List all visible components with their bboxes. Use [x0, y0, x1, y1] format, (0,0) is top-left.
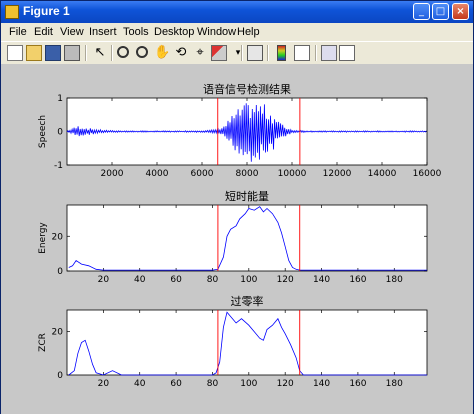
- ytick-label: 0: [57, 267, 63, 277]
- brush-icon[interactable]: [211, 45, 227, 61]
- edit-plot-arrow-icon[interactable]: ↖: [92, 45, 108, 61]
- link-icon[interactable]: ▾: [230, 45, 246, 61]
- menu-edit[interactable]: Edit: [34, 26, 53, 38]
- xtick-label: 20: [98, 275, 110, 285]
- hide-plot-tools-icon[interactable]: [294, 45, 310, 61]
- window-title: Figure 1: [23, 4, 70, 18]
- menu-window[interactable]: Window: [197, 26, 236, 38]
- ytick-label: 20: [52, 232, 64, 242]
- plots-svg: 语音信号检测结果Speech2000 4000 6000 8000 10000 12000…: [38, 82, 442, 389]
- ytick-label: 0: [57, 371, 63, 381]
- ylabel-1: Speech: [38, 115, 48, 148]
- menu-insert[interactable]: Insert: [89, 26, 117, 38]
- zoom-in-icon[interactable]: [117, 46, 129, 58]
- xtick-label: 6000: [191, 169, 214, 179]
- xtick-label: 10000: [278, 169, 307, 179]
- legend-icon[interactable]: [277, 45, 286, 61]
- xtick-label: 100: [240, 379, 257, 389]
- dock-figure-icon[interactable]: [339, 45, 355, 61]
- xtick-label: 160: [349, 275, 366, 285]
- minimize-button[interactable]: _: [413, 3, 430, 20]
- xtick-label: 100: [240, 275, 257, 285]
- toolbar: ↖ ✋ ⟲ ⌖ ▾: [1, 41, 473, 65]
- xtick-label: 120: [277, 275, 294, 285]
- data-cursor-icon[interactable]: ⌖: [192, 45, 208, 61]
- xtick-label: 4000: [146, 169, 169, 179]
- figure-window: Figure 1 _ □ × File Edit View Insert Too…: [0, 0, 474, 414]
- pan-hand-icon[interactable]: ✋: [154, 45, 170, 61]
- close-button[interactable]: ×: [452, 3, 469, 20]
- xtick-label: 60: [170, 379, 182, 389]
- new-figure-icon[interactable]: [7, 45, 23, 61]
- menu-bar: File Edit View Insert Tools Desktop Wind…: [1, 23, 473, 41]
- xtick-label: 80: [207, 379, 219, 389]
- ylabel-3: ZCR: [38, 333, 48, 352]
- xtick-label: 140: [313, 275, 330, 285]
- xtick-label: 40: [134, 275, 146, 285]
- xtick-label: 60: [170, 275, 182, 285]
- open-file-icon[interactable]: [26, 45, 42, 61]
- xtick-label: 80: [207, 275, 219, 285]
- ytick-label: 1: [57, 94, 63, 104]
- xtick-label: 2000: [101, 169, 124, 179]
- save-icon[interactable]: [45, 45, 61, 61]
- show-plot-tools-icon[interactable]: [321, 45, 337, 61]
- colorbar-icon[interactable]: [247, 45, 263, 61]
- axes-3: [66, 309, 428, 376]
- xtick-label: 180: [386, 275, 403, 285]
- menu-file[interactable]: File: [9, 26, 27, 38]
- xtick-label: 140: [313, 379, 330, 389]
- axes-title-2: 短时能量: [225, 189, 269, 203]
- zoom-out-icon[interactable]: [136, 46, 148, 58]
- xtick-label: 12000: [323, 169, 352, 179]
- axes-title-1: 语音信号检测结果: [203, 82, 291, 96]
- xtick-label: 160: [349, 379, 366, 389]
- axes-2: [66, 204, 428, 272]
- xtick-label: 20: [98, 379, 110, 389]
- menu-tools[interactable]: Tools: [123, 26, 149, 38]
- xtick-label: 8000: [236, 169, 259, 179]
- axes-title-3: 过零率: [231, 294, 264, 308]
- ytick-label: -1: [54, 161, 63, 171]
- figure-canvas: 语音信号检测结果 Speech 2000 4000 6000 8000 10000 12000…: [1, 64, 473, 414]
- ylabel-2: Energy: [38, 222, 48, 254]
- print-icon[interactable]: [64, 45, 80, 61]
- xtick-label: 180: [386, 379, 403, 389]
- xtick-label: 16000: [413, 169, 442, 179]
- title-bar[interactable]: Figure 1 _ □ ×: [1, 1, 473, 23]
- rotate-3d-icon[interactable]: ⟲: [173, 45, 189, 61]
- xtick-label: 40: [134, 379, 146, 389]
- menu-help[interactable]: Help: [237, 26, 260, 38]
- ytick-label: 20: [52, 328, 64, 338]
- maximize-button[interactable]: □: [432, 3, 449, 20]
- menu-view[interactable]: View: [60, 26, 84, 38]
- ytick-label: 0: [57, 128, 63, 138]
- matlab-figure-icon: [5, 5, 19, 19]
- xtick-label: 120: [277, 379, 294, 389]
- menu-desktop[interactable]: Desktop: [154, 26, 194, 38]
- xtick-label: 14000: [368, 169, 397, 179]
